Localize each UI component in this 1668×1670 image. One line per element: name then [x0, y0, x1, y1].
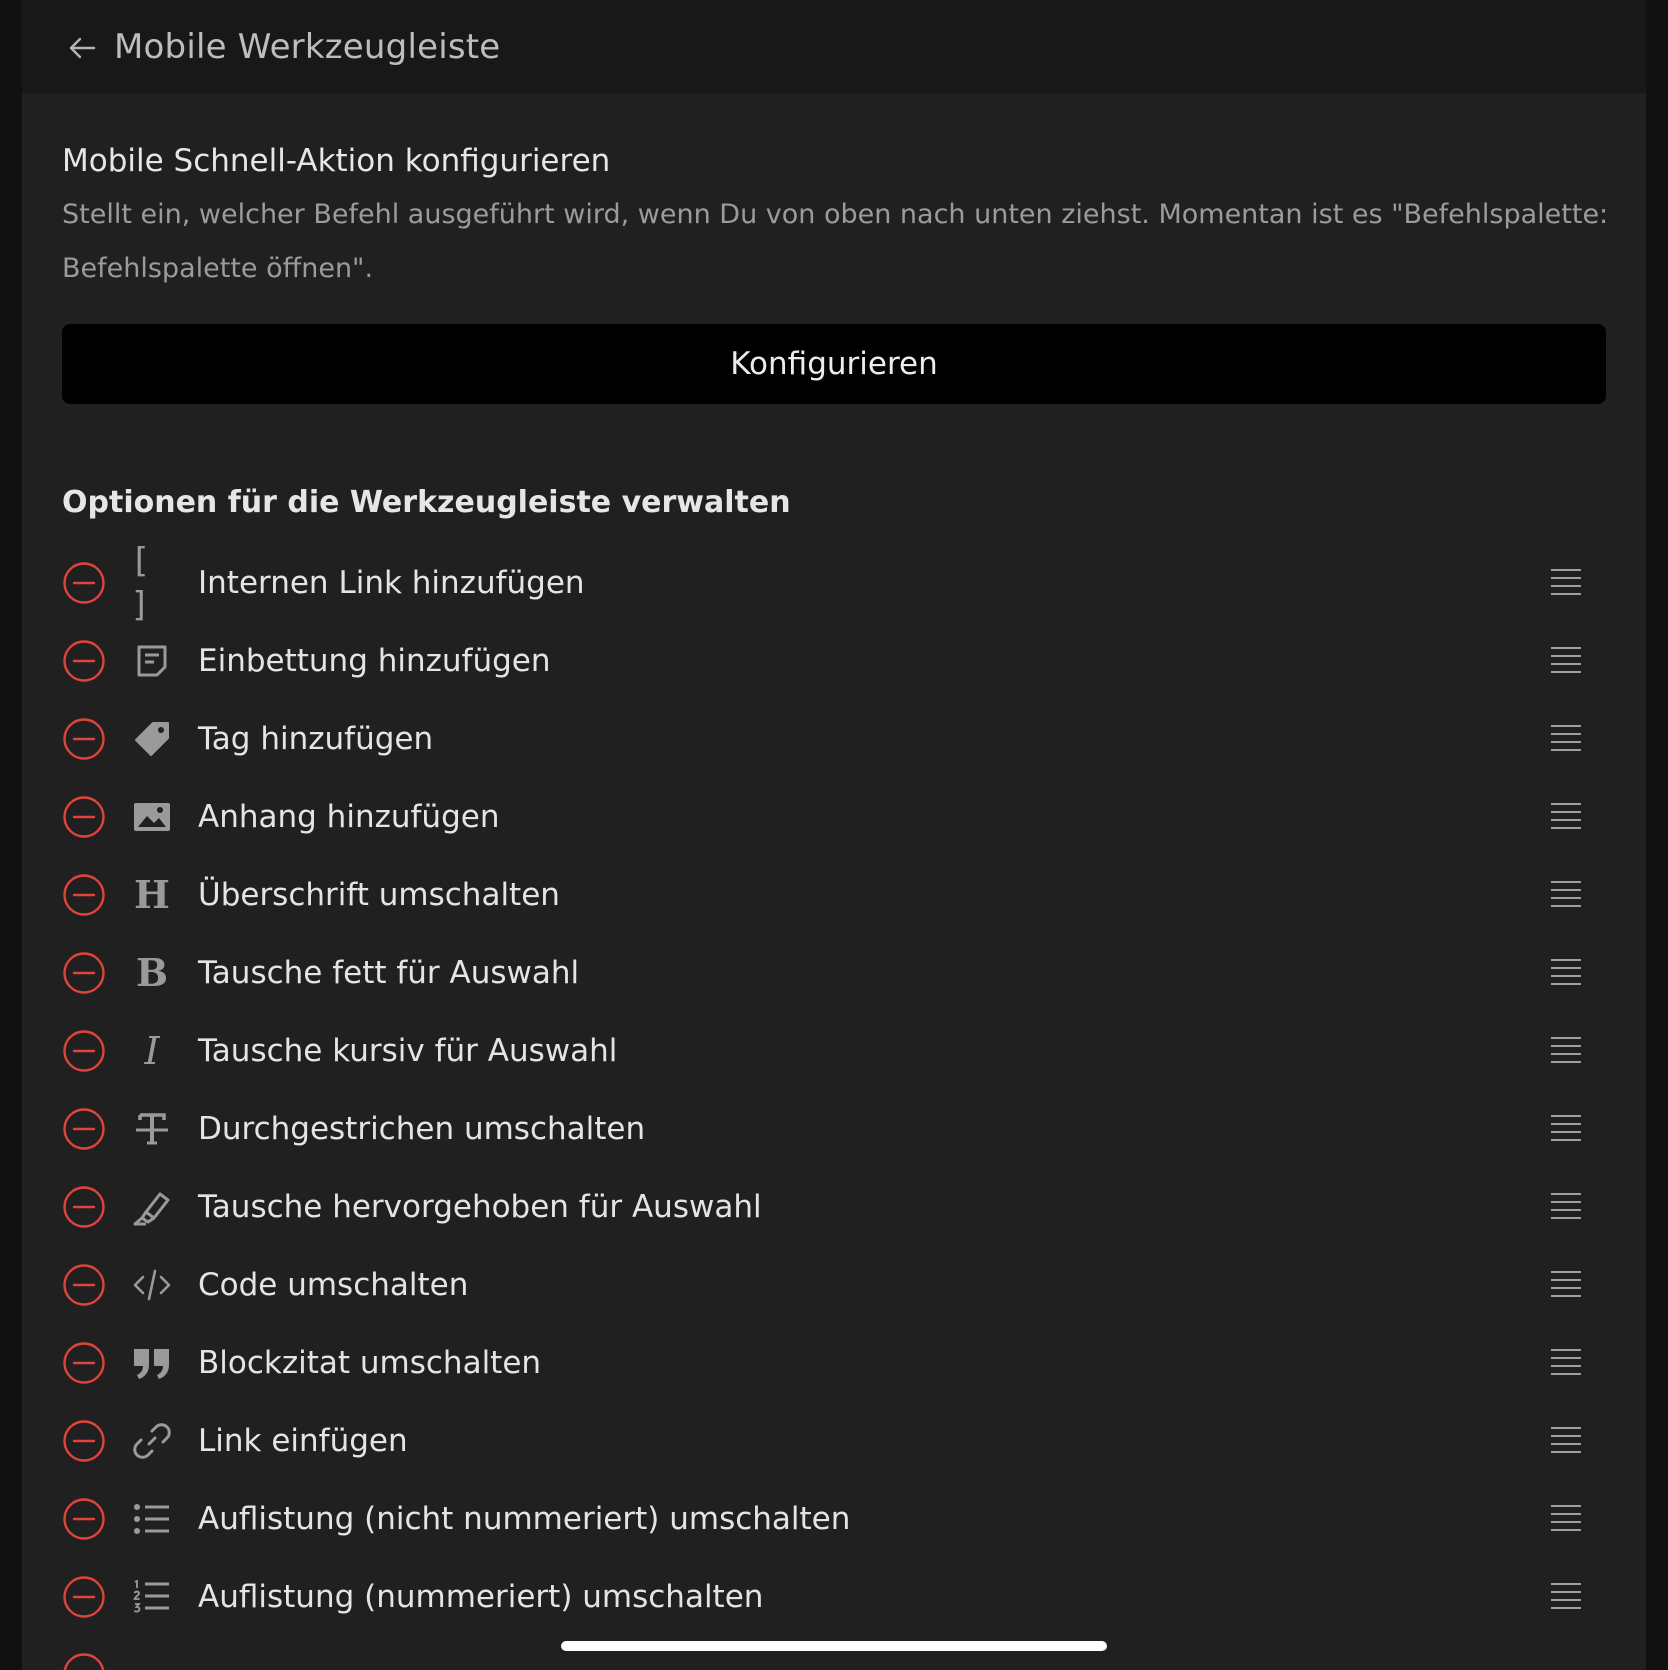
drag-handle-icon[interactable] — [1550, 1346, 1582, 1376]
quick-action-description: Stellt ein, welcher Befehl ausgeführt wi… — [62, 199, 1609, 284]
item-label: Tag hinzufügen — [198, 721, 434, 757]
list-item: Durchgestrichen umschalten — [22, 1090, 1646, 1168]
list-item: Auflistung (nummeriert) umschalten — [22, 1558, 1646, 1636]
home-indicator[interactable] — [561, 1641, 1107, 1651]
list-item: B Tausche fett für Auswahl — [22, 934, 1646, 1012]
remove-icon[interactable] — [62, 1419, 106, 1463]
page-title: Mobile Werkzeugleiste — [114, 27, 501, 67]
list-item: Tausche hervorgehoben für Auswahl — [22, 1168, 1646, 1246]
remove-icon[interactable] — [62, 951, 106, 995]
embed-icon — [130, 639, 174, 683]
list-item: I Tausche kursiv für Auswahl — [22, 1012, 1646, 1090]
list-item: Auflistung (nicht nummeriert) umschalten — [22, 1480, 1646, 1558]
drag-handle-icon[interactable] — [1550, 722, 1582, 752]
numbered-list-icon — [130, 1575, 174, 1619]
quote-icon — [130, 1341, 174, 1385]
header-bar: Mobile Werkzeugleiste — [22, 0, 1646, 93]
brackets-icon: [ ] — [130, 541, 153, 625]
remove-icon[interactable] — [62, 639, 106, 683]
next-row-peek — [62, 1652, 1602, 1670]
section-heading: Optionen für die Werkzeugleiste verwalte… — [62, 485, 791, 520]
drag-handle-icon[interactable] — [1550, 566, 1582, 596]
item-label: Auflistung (nicht nummeriert) umschalten — [198, 1501, 851, 1537]
drag-handle-icon[interactable] — [1550, 644, 1582, 674]
item-label: Internen Link hinzufügen — [198, 565, 585, 601]
tag-icon — [130, 717, 174, 761]
drag-handle-icon[interactable] — [1550, 1268, 1582, 1298]
link-icon — [130, 1419, 174, 1463]
item-label: Blockzitat umschalten — [198, 1345, 542, 1381]
list-item: Einbettung hinzufügen — [22, 622, 1646, 700]
drag-handle-icon[interactable] — [1550, 1580, 1582, 1610]
toolbar-options-list: [ ] Internen Link hinzufügen Einbettung … — [22, 541, 1646, 1636]
drag-handle-icon[interactable] — [1550, 800, 1582, 830]
bold-icon: B — [135, 950, 169, 995]
configure-button[interactable]: Konfigurieren — [62, 324, 1606, 404]
remove-icon[interactable] — [62, 1652, 106, 1670]
remove-icon[interactable] — [62, 717, 106, 761]
italic-icon: I — [144, 1029, 160, 1073]
remove-icon[interactable] — [62, 1107, 106, 1151]
screen: Mobile Werkzeugleiste Mobile Schnell-Akt… — [0, 0, 1668, 1670]
drag-handle-icon[interactable] — [1550, 878, 1582, 908]
settings-panel: Mobile Werkzeugleiste Mobile Schnell-Akt… — [22, 0, 1646, 1670]
remove-icon[interactable] — [62, 873, 106, 917]
list-item: Code umschalten — [22, 1246, 1646, 1324]
item-label: Tausche fett für Auswahl — [198, 955, 580, 991]
drag-handle-icon[interactable] — [1550, 1502, 1582, 1532]
drag-handle-icon[interactable] — [1550, 1112, 1582, 1142]
highlighter-icon — [130, 1185, 174, 1229]
code-icon — [130, 1263, 174, 1307]
remove-icon[interactable] — [62, 561, 106, 605]
item-label: Tausche hervorgehoben für Auswahl — [198, 1189, 762, 1225]
item-label: Code umschalten — [198, 1267, 469, 1303]
list-item: Anhang hinzufügen — [22, 778, 1646, 856]
bullet-list-icon — [130, 1497, 174, 1541]
drag-handle-icon[interactable] — [1550, 1190, 1582, 1220]
drag-handle-icon[interactable] — [1550, 1034, 1582, 1064]
item-label: Link einfügen — [198, 1423, 408, 1459]
item-label: Tausche kursiv für Auswahl — [198, 1033, 618, 1069]
item-label: Auflistung (nummeriert) umschalten — [198, 1579, 764, 1615]
arrow-left-icon[interactable] — [64, 30, 100, 66]
drag-handle-icon[interactable] — [1550, 956, 1582, 986]
remove-icon[interactable] — [62, 1575, 106, 1619]
list-item: Blockzitat umschalten — [22, 1324, 1646, 1402]
remove-icon[interactable] — [62, 1341, 106, 1385]
heading-icon: H — [134, 872, 170, 917]
list-item: H Überschrift umschalten — [22, 856, 1646, 934]
remove-icon[interactable] — [62, 1263, 106, 1307]
remove-icon[interactable] — [62, 1497, 106, 1541]
item-label: Einbettung hinzufügen — [198, 643, 551, 679]
list-item: [ ] Internen Link hinzufügen — [22, 541, 1646, 625]
list-item: Link einfügen — [22, 1402, 1646, 1480]
list-item: Tag hinzufügen — [22, 700, 1646, 778]
remove-icon[interactable] — [62, 1185, 106, 1229]
image-icon — [130, 795, 174, 839]
item-label: Überschrift umschalten — [198, 877, 560, 913]
strikethrough-icon — [130, 1107, 174, 1151]
item-label: Anhang hinzufügen — [198, 799, 500, 835]
remove-icon[interactable] — [62, 795, 106, 839]
drag-handle-icon[interactable] — [1550, 1424, 1582, 1454]
remove-icon[interactable] — [62, 1029, 106, 1073]
item-label: Durchgestrichen umschalten — [198, 1111, 646, 1147]
quick-action-title: Mobile Schnell-Aktion konfigurieren — [62, 143, 611, 179]
